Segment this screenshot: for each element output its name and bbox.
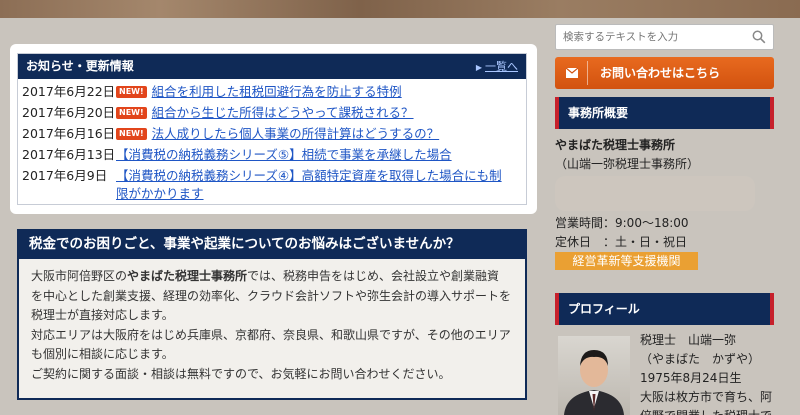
news-link-title: 法人成りしたら個人事業の所得計算はどうするの？ — [151, 126, 440, 141]
profile-line: （やまばた かずや） — [640, 352, 761, 366]
search-box — [555, 24, 774, 50]
profile-heading: プロフィール — [555, 293, 774, 325]
header-wood-banner — [0, 0, 800, 18]
mail-icon — [566, 68, 578, 78]
news-link-title: 組合から生じた所得はどうやって課税される？ — [151, 105, 414, 120]
holidays-text: 定休日 ：土・日・祝日 — [555, 235, 688, 249]
office-hours: 営業時間：9:00〜18:00 定休日 ：土・日・祝日 — [555, 214, 785, 252]
news-item: 2017年6月16日 NEW! 法人成りしたら個人事業の所得計算はどうするの？ — [22, 125, 526, 143]
hours-text: 営業時間：9:00〜18:00 — [555, 216, 689, 230]
news-box: お知らせ・更新情報 ▶ 一覧へ 2017年6月22日 NEW! 組合を利用した租税回… — [17, 53, 527, 205]
news-link[interactable]: NEW! 組合から生じた所得はどうやって課税される？ — [116, 104, 506, 122]
news-link[interactable]: NEW! 組合を利用した租税回避行為を防止する特例 — [116, 83, 506, 101]
profile-line: 1975年8月24日生 — [640, 371, 742, 385]
button-divider — [587, 61, 588, 85]
news-panel: お知らせ・更新情報 ▶ 一覧へ 2017年6月22日 NEW! 組合を利用した租税回… — [10, 44, 537, 214]
consult-paragraph: 大阪市阿倍野区のやまばた税理士事務所では、税務申告をはじめ、会社設立や創業融資を… — [31, 267, 511, 326]
office-heading: 事務所概要 — [555, 97, 774, 129]
profile-photo — [558, 336, 630, 415]
blurred-address — [555, 176, 755, 211]
news-link[interactable]: NEW! 法人成りしたら個人事業の所得計算はどうするの？ — [116, 125, 506, 143]
office-name: やまばた税理士事務所 — [555, 138, 676, 152]
news-date: 2017年6月16日 — [22, 126, 116, 141]
consult-box: 税金でのお困りごと、事業や起業についてのお悩みはございませんか？ 大阪市阿倍野区… — [17, 229, 527, 400]
news-item: 2017年6月20日 NEW! 組合から生じた所得はどうやって課税される？ — [22, 104, 526, 122]
news-title: お知らせ・更新情報 — [26, 59, 134, 73]
search-input[interactable] — [556, 25, 741, 49]
news-link[interactable]: 【消費税の納税義務シリーズ④】高額特定資産を取得した場合にも制限がかかります — [116, 167, 506, 203]
search-icon[interactable] — [752, 30, 766, 44]
person-icon — [564, 350, 624, 415]
consult-text: 大阪市阿倍野区の — [31, 269, 128, 283]
profile-text: 税理士 山端一弥 （やまばた かずや） 1975年8月24日生 大阪は枚方市で育… — [640, 331, 800, 415]
news-link-title: 組合を利用した租税回避行為を防止する特例 — [151, 84, 402, 99]
support-badge[interactable]: 経営革新等支援機関 — [555, 252, 698, 270]
contact-button[interactable]: お問い合わせはこちら — [555, 57, 774, 89]
news-link-title: 【消費税の納税義務シリーズ⑤】相続で事業を承継した場合 — [116, 147, 452, 162]
arrow-right-icon: ▶ — [475, 63, 482, 72]
news-link[interactable]: 【消費税の納税義務シリーズ⑤】相続で事業を承継した場合 — [116, 146, 506, 164]
consult-paragraph: 対応エリアは大阪府をはじめ兵庫県、京都府、奈良県、和歌山県ですが、その他のエリア… — [31, 327, 511, 362]
consult-body: 大阪市阿倍野区のやまばた税理士事務所では、税務申告をはじめ、会社設立や創業融資を… — [19, 259, 525, 384]
news-more-link[interactable]: ▶ 一覧へ — [476, 54, 518, 80]
profile-line: 倍野で開業した税理士で — [640, 407, 800, 415]
office-info: やまばた税理士事務所 （山端一弥税理士事務所） — [555, 136, 785, 174]
news-date: 2017年6月13日 — [22, 147, 116, 162]
news-item: 2017年6月22日 NEW! 組合を利用した租税回避行為を防止する特例 — [22, 83, 526, 101]
office-name-bold: やまばた税理士事務所 — [127, 269, 248, 283]
consult-heading: 税金でのお困りごと、事業や起業についてのお悩みはございませんか？ — [17, 229, 527, 259]
news-more-label: 一覧へ — [485, 60, 518, 73]
new-badge: NEW! — [116, 86, 147, 98]
new-badge: NEW! — [116, 107, 147, 119]
new-badge: NEW! — [116, 128, 147, 140]
news-date: 2017年6月20日 — [22, 105, 116, 120]
contact-label: お問い合わせはこちら — [600, 66, 721, 80]
news-date: 2017年6月9日 — [22, 168, 108, 183]
news-item: 2017年6月13日 【消費税の納税義務シリーズ⑤】相続で事業を承継した場合 — [22, 146, 526, 164]
office-sub: （山端一弥税理士事務所） — [555, 157, 700, 171]
news-link-title: 【消費税の納税義務シリーズ④】高額特定資産を取得した場合にも制限がかかります — [116, 168, 502, 201]
news-item: 2017年6月9日 【消費税の納税義務シリーズ④】高額特定資産を取得した場合にも… — [22, 167, 526, 203]
consult-paragraph: ご契約に関する面談・相談は無料ですので、お気軽にお問い合わせください。 — [31, 366, 451, 381]
news-date: 2017年6月22日 — [22, 84, 116, 99]
profile-line: 大阪は枚方市で育ち、阿 — [640, 390, 773, 404]
profile-line: 税理士 山端一弥 — [640, 333, 737, 347]
news-header: お知らせ・更新情報 ▶ 一覧へ — [18, 54, 526, 79]
news-list: 2017年6月22日 NEW! 組合を利用した租税回避行為を防止する特例 2017… — [18, 79, 526, 203]
